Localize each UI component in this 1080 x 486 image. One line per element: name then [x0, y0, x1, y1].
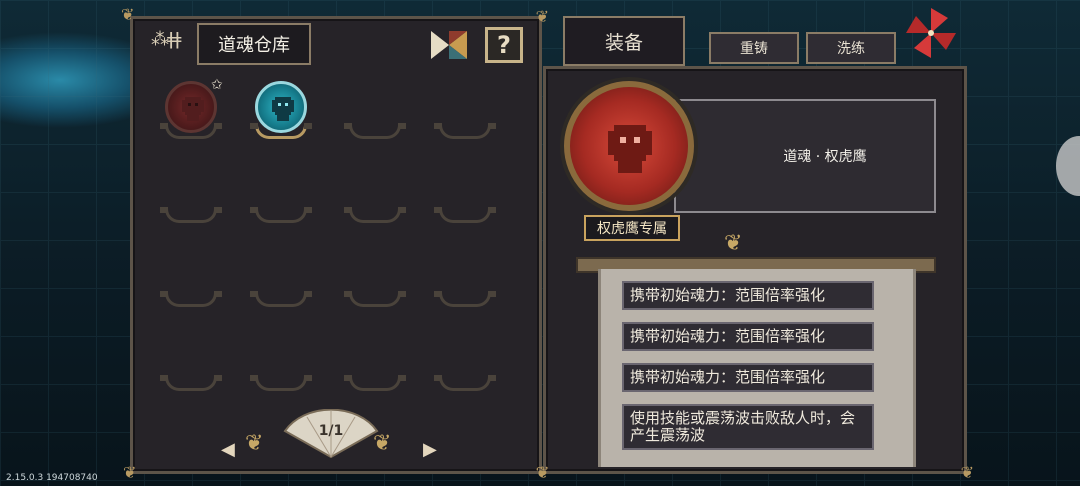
cloud-ornament-icon: ❦: [373, 431, 392, 456]
soul-slot[interactable]: [250, 289, 312, 313]
star-icon: ✩: [211, 77, 223, 93]
sort-icon[interactable]: [429, 29, 469, 61]
soul-slot[interactable]: [160, 205, 222, 229]
attribute-line: 携带初始魂力：范围倍率强化: [622, 281, 874, 310]
candles-icon: ⁂ǂǂ: [151, 29, 181, 50]
corner-ornament-icon: ❦: [960, 463, 974, 482]
soul-slot[interactable]: [344, 289, 406, 313]
exclusive-badge: 权虎鹰专属: [584, 215, 680, 241]
tab-equip-label: 装备: [604, 31, 643, 54]
attribute-line: 使用技能或震荡波击败敌人时，会产生震荡波: [622, 404, 874, 450]
soul-slot[interactable]: [434, 205, 496, 229]
soul-slot[interactable]: [160, 289, 222, 313]
soul-slot[interactable]: [434, 121, 496, 145]
corner-ornament-icon: ❦: [121, 5, 135, 24]
page-indicator: 1/1: [318, 423, 344, 439]
attribute-line: 携带初始魂力：范围倍率强化: [622, 322, 874, 351]
warehouse-title: 道魂仓库: [197, 23, 311, 65]
tab-wash[interactable]: 洗练: [806, 32, 896, 64]
equipped-soul-orb[interactable]: [564, 81, 694, 211]
cloud-ornament-icon: ❦: [724, 231, 743, 256]
soul-name-box: 道魂 · 权虎鹰: [674, 99, 936, 213]
help-button-label: ?: [497, 31, 511, 59]
version-label: 2.15.0.3 194708740: [6, 473, 98, 483]
page-fan: 1/1: [281, 408, 381, 459]
soul-slot[interactable]: [344, 373, 406, 397]
face-icon: [608, 125, 652, 173]
tab-wash-label: 洗练: [837, 41, 865, 57]
soul-slot[interactable]: [250, 373, 312, 397]
corner-ornament-icon: ❦: [123, 463, 137, 482]
tab-reforge[interactable]: 重铸: [709, 32, 799, 64]
cloud-ornament-icon: ❦: [245, 431, 264, 456]
face-icon: [182, 97, 204, 121]
attribute-line: 携带初始魂力：范围倍率强化: [622, 363, 874, 392]
soul-slot[interactable]: [344, 121, 406, 145]
help-button[interactable]: ?: [485, 27, 523, 63]
equip-detail-panel: ❦ ❦ 道魂 · 权虎鹰 权虎鹰专属 ❦ 携带初始魂力：范围倍率强化 携带初始魂…: [536, 66, 974, 481]
soul-slot[interactable]: [344, 205, 406, 229]
corner-ornament-icon: ❦: [535, 7, 549, 26]
soul-slot: [250, 121, 312, 145]
corner-ornament-icon: ❦: [536, 463, 550, 482]
soul-grid: ✩: [160, 77, 517, 401]
tab-reforge-label: 重铸: [740, 41, 768, 57]
soul-slot[interactable]: [250, 205, 312, 229]
soul-slot[interactable]: [434, 373, 496, 397]
exclusive-label: 权虎鹰专属: [597, 221, 667, 237]
soul-slot[interactable]: [434, 289, 496, 313]
prev-page-arrow[interactable]: ◀: [221, 439, 235, 460]
soul-name: 道魂 · 权虎鹰: [783, 149, 867, 165]
warehouse-panel: ❦ ❦ ❦ ❦ ⁂ǂǂ 道魂仓库 ? ✩: [121, 7, 549, 481]
next-page-arrow[interactable]: ▶: [423, 439, 437, 460]
pinwheel-icon[interactable]: [904, 6, 958, 60]
soul-slot[interactable]: [160, 373, 222, 397]
face-icon: [272, 97, 294, 121]
tab-equip[interactable]: 装备: [563, 16, 685, 66]
warehouse-title-label: 道魂仓库: [218, 35, 290, 56]
soul-slot: [160, 121, 222, 145]
